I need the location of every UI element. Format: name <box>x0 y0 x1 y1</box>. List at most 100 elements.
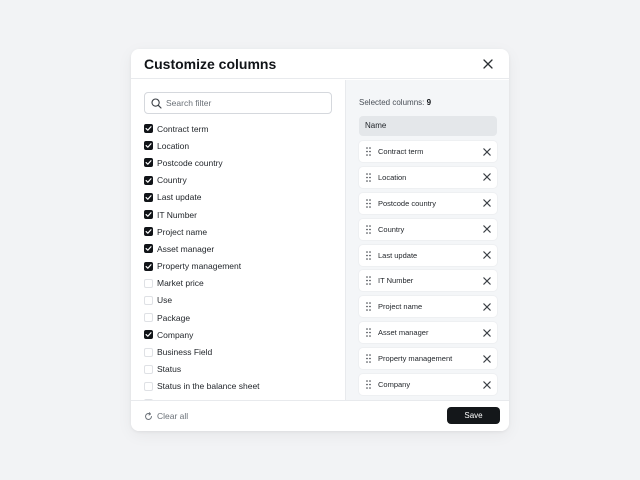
column-option[interactable]: Location <box>144 137 339 154</box>
search-input[interactable] <box>166 95 326 111</box>
column-option-label: Business Field <box>157 347 213 358</box>
fixed-column-name: Name <box>359 116 497 136</box>
checkbox[interactable] <box>144 158 153 168</box>
selected-count-label: Selected columns: <box>359 98 425 107</box>
checkbox[interactable] <box>144 313 153 323</box>
selected-column-label: Location <box>378 172 407 182</box>
close-icon <box>482 354 491 363</box>
column-option-label: Asset manager <box>157 243 215 254</box>
remove-column-button[interactable] <box>482 173 491 182</box>
column-option[interactable]: Use <box>144 292 339 309</box>
selected-column-item[interactable]: Asset manager <box>359 322 497 344</box>
checkbox[interactable] <box>144 330 153 340</box>
checkbox[interactable] <box>144 210 153 220</box>
remove-column-button[interactable] <box>482 380 491 389</box>
selected-column-label: Last update <box>378 250 418 260</box>
column-option[interactable]: Last update <box>144 189 339 206</box>
selected-column-label: Company <box>378 380 411 390</box>
selected-column-item[interactable]: Property management <box>359 348 497 370</box>
checkbox[interactable] <box>144 175 153 185</box>
selected-column-label: Country <box>378 224 405 234</box>
checkbox[interactable] <box>144 381 153 391</box>
checkbox[interactable] <box>144 141 153 151</box>
drag-handle-icon[interactable] <box>366 276 371 286</box>
selected-column-label: Asset manager <box>378 328 429 338</box>
column-option[interactable]: Status <box>144 361 339 378</box>
checkbox[interactable] <box>144 347 153 357</box>
selected-column-item[interactable]: Country <box>359 218 497 240</box>
drag-handle-icon[interactable] <box>366 147 371 156</box>
close-icon <box>482 225 491 233</box>
remove-column-button[interactable] <box>482 328 491 337</box>
column-option[interactable]: Property management <box>144 258 339 275</box>
checkbox[interactable] <box>144 295 153 305</box>
column-option[interactable]: Project name <box>144 223 339 240</box>
drag-handle-icon[interactable] <box>366 302 371 312</box>
column-option[interactable]: Company <box>144 326 339 343</box>
drag-handle-icon[interactable] <box>366 173 371 182</box>
column-option[interactable]: Market price <box>144 275 339 292</box>
checkmark-icon <box>145 229 152 235</box>
close-button[interactable] <box>481 57 495 71</box>
search-box <box>144 92 332 114</box>
column-option-label: Postcode country <box>157 157 223 168</box>
column-option-label: Property management <box>157 261 242 272</box>
column-option-label: Project name <box>157 226 208 237</box>
selected-column-item[interactable]: Company <box>359 374 497 396</box>
column-option[interactable]: Business Field <box>144 343 339 360</box>
close-icon <box>482 199 491 208</box>
checkmark-icon <box>145 212 152 217</box>
remove-column-button[interactable] <box>482 199 491 208</box>
remove-column-button[interactable] <box>482 251 491 260</box>
drag-handle-icon[interactable] <box>366 380 371 389</box>
column-option-label: Market price <box>157 278 204 289</box>
selected-columns-pane: Selected columns: 9 Name Contract term Lo… <box>345 80 509 400</box>
clear-all-button[interactable]: Clear all <box>144 409 188 423</box>
checkbox[interactable] <box>144 192 153 202</box>
drag-handle-icon[interactable] <box>366 250 371 260</box>
column-option[interactable]: Contract term <box>144 120 339 137</box>
checkmark-icon <box>145 143 152 149</box>
selected-column-item[interactable]: Last update <box>359 244 497 266</box>
checkbox[interactable] <box>144 261 153 271</box>
remove-column-button[interactable] <box>482 354 491 363</box>
close-icon <box>482 147 491 156</box>
column-option-label: Contract term <box>157 123 209 134</box>
remove-column-button[interactable] <box>482 147 491 156</box>
column-option-label: Status <box>157 364 182 375</box>
save-button[interactable]: Save <box>447 407 500 424</box>
selected-column-item[interactable]: IT Number <box>359 270 497 292</box>
remove-column-button[interactable] <box>482 302 491 311</box>
selected-column-item[interactable]: Contract term <box>359 141 497 162</box>
drag-handle-icon[interactable] <box>366 354 371 363</box>
close-icon <box>482 251 491 259</box>
clear-all-label: Clear all <box>157 411 189 421</box>
checkbox[interactable] <box>144 124 153 134</box>
column-option[interactable]: IT Number <box>144 206 339 223</box>
column-option[interactable]: Status in the balance sheet <box>144 378 339 395</box>
selected-column-label: Project name <box>378 302 423 312</box>
remove-column-button[interactable] <box>482 276 491 285</box>
checkbox[interactable] <box>144 227 153 237</box>
selected-column-list: Contract term Location Postcode country Cou… <box>359 141 497 400</box>
checkbox[interactable] <box>144 244 153 254</box>
checkbox[interactable] <box>144 278 153 288</box>
selected-column-item[interactable]: Project name <box>359 296 497 318</box>
checkbox[interactable] <box>144 364 153 374</box>
column-option-label: Last update <box>157 192 202 203</box>
dialog-header: Customize columns <box>131 49 509 79</box>
drag-handle-icon[interactable] <box>366 198 371 208</box>
drag-handle-icon[interactable] <box>366 224 371 234</box>
column-option[interactable]: Asset manager <box>144 240 339 257</box>
column-option[interactable]: Package <box>144 309 339 326</box>
close-icon <box>482 173 491 182</box>
remove-column-button[interactable] <box>482 225 491 234</box>
reset-icon <box>145 411 152 420</box>
column-option[interactable]: Postcode country <box>144 154 339 171</box>
column-option[interactable]: Country <box>144 172 339 189</box>
drag-handle-icon[interactable] <box>366 328 371 338</box>
selected-column-item[interactable]: Location <box>359 166 497 188</box>
close-icon <box>483 59 493 69</box>
checkmark-icon <box>145 160 152 166</box>
selected-column-item[interactable]: Postcode country <box>359 192 497 214</box>
